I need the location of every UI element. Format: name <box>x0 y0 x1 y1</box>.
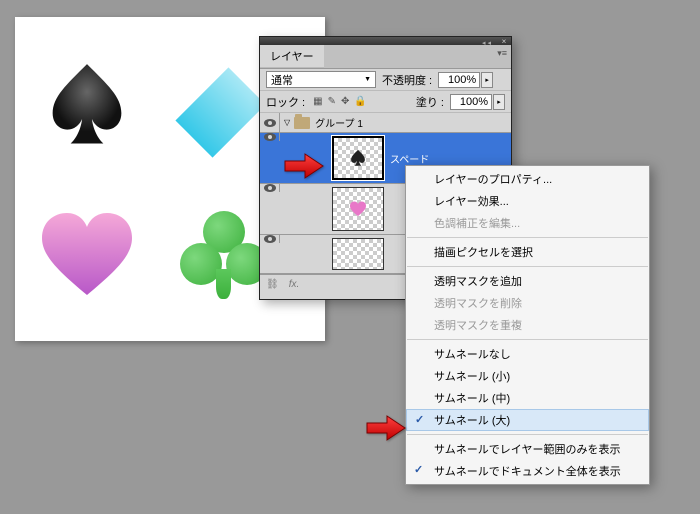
menu-thumb-medium[interactable]: サムネール (中) <box>406 387 649 409</box>
menu-select-pixels[interactable]: 描画ピクセルを選択 <box>406 241 649 263</box>
layer-thumbnail[interactable] <box>332 136 384 180</box>
layers-tab[interactable]: レイヤー <box>260 45 324 68</box>
menu-thumb-small[interactable]: サムネール (小) <box>406 365 649 387</box>
menu-edit-adjustment: 色調補正を編集... <box>406 212 649 234</box>
menu-layer-effects[interactable]: レイヤー効果... <box>406 190 649 212</box>
menu-add-mask[interactable]: 透明マスクを追加 <box>406 270 649 292</box>
visibility-eye-icon[interactable] <box>264 235 276 243</box>
opacity-label: 不透明度 : <box>382 72 432 88</box>
menu-separator <box>407 237 648 238</box>
lock-position-icon[interactable]: ✥ <box>341 96 349 107</box>
menu-separator <box>407 434 648 435</box>
visibility-eye-icon[interactable] <box>264 184 276 192</box>
panel-menu-icon[interactable]: ▾≡ <box>497 48 507 59</box>
menu-layer-properties[interactable]: レイヤーのプロパティ... <box>406 168 649 190</box>
menu-thumb-document[interactable]: ✓ サムネールでドキュメント全体を表示 <box>406 460 649 482</box>
context-menu: レイヤーのプロパティ... レイヤー効果... 色調補正を編集... 描画ピクセ… <box>405 165 650 485</box>
blend-opacity-row: 通常 ▼ 不透明度 : 100% ▸ <box>260 69 511 91</box>
lock-label: ロック : <box>266 94 305 110</box>
fill-input[interactable]: 100% <box>450 94 492 110</box>
lock-fill-row: ロック : ▦ ✎ ✥ 🔒 塗り : 100% ▸ <box>260 91 511 113</box>
spade-artwork <box>27 37 147 172</box>
menu-thumb-large[interactable]: ✓ サムネール (大) <box>406 409 649 431</box>
chevron-down-icon: ▼ <box>364 76 371 83</box>
menu-delete-mask: 透明マスクを削除 <box>406 292 649 314</box>
visibility-eye-icon[interactable] <box>264 119 276 127</box>
heart-artwork <box>27 189 147 324</box>
link-layers-icon[interactable]: ⛓ <box>266 279 279 290</box>
panel-tab-row: レイヤー ▾≡ <box>260 45 511 69</box>
annotation-arrow <box>365 414 407 445</box>
layer-thumbnail[interactable] <box>332 187 384 231</box>
blend-mode-value: 通常 <box>271 72 293 88</box>
annotation-arrow <box>283 152 325 183</box>
group-disclosure-icon[interactable]: ▽ <box>284 118 290 127</box>
check-icon: ✓ <box>415 413 424 426</box>
fill-flyout-button[interactable]: ▸ <box>493 94 505 110</box>
lock-paint-icon[interactable]: ✎ <box>328 96 336 107</box>
opacity-flyout-button[interactable]: ▸ <box>481 72 493 88</box>
lock-all-icon[interactable]: 🔒 <box>354 96 366 107</box>
menu-separator <box>407 339 648 340</box>
layer-group-row[interactable]: ▽ グループ 1 <box>260 113 511 133</box>
menu-separator <box>407 266 648 267</box>
panel-titlebar[interactable]: ◂◂ × <box>260 37 511 45</box>
menu-thumb-none[interactable]: サムネールなし <box>406 343 649 365</box>
lock-transparency-icon[interactable]: ▦ <box>313 96 322 107</box>
menu-thumb-layer-bounds[interactable]: サムネールでレイヤー範囲のみを表示 <box>406 438 649 460</box>
close-icon[interactable]: × <box>499 37 509 45</box>
fx-icon[interactable]: fx. <box>289 279 300 290</box>
group-name: グループ 1 <box>315 115 363 130</box>
menu-duplicate-mask: 透明マスクを重複 <box>406 314 649 336</box>
layer-name: スペード <box>390 151 429 166</box>
visibility-eye-icon[interactable] <box>264 133 276 141</box>
blend-mode-select[interactable]: 通常 ▼ <box>266 71 376 88</box>
fill-label: 塗り : <box>416 94 444 110</box>
opacity-input[interactable]: 100% <box>438 72 480 88</box>
layer-thumbnail[interactable] <box>332 238 384 270</box>
folder-icon <box>294 117 310 129</box>
check-icon: ✓ <box>414 463 423 476</box>
